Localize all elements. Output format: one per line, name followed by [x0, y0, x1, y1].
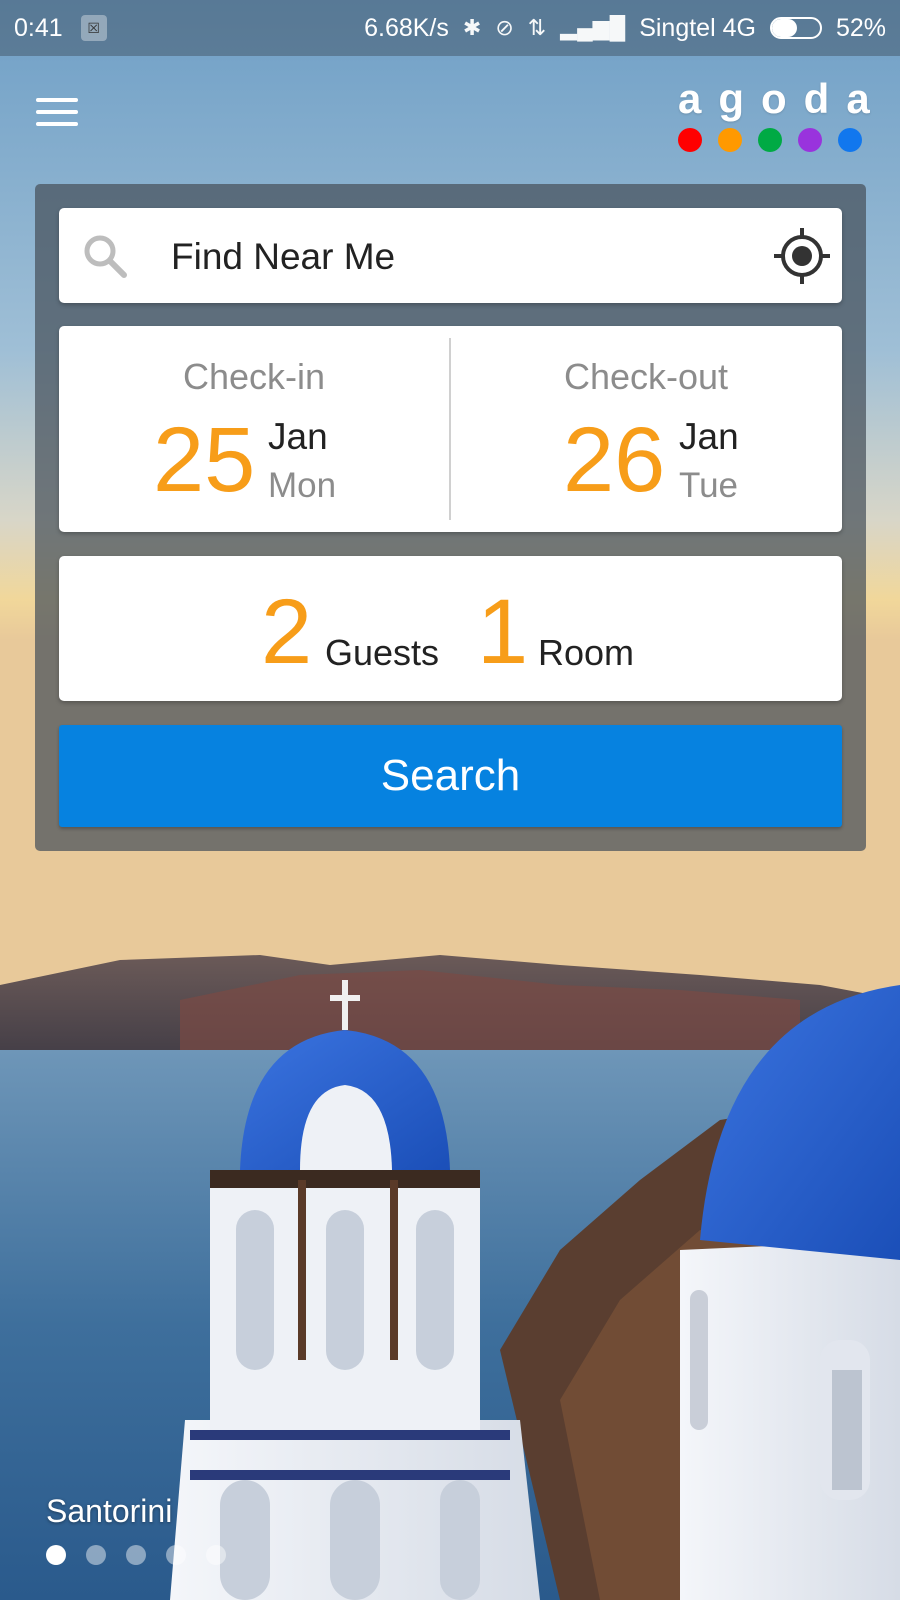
carousel-dot[interactable]: [166, 1545, 186, 1565]
check-out-date[interactable]: Check-out 26 Jan Tue: [451, 326, 841, 532]
check-out-day: 26: [563, 409, 666, 511]
battery-percent: 52%: [835, 13, 886, 42]
gps-target-icon[interactable]: [772, 226, 832, 286]
destination-caption: Santorini: [46, 1493, 173, 1529]
check-in-label: Check-in: [182, 356, 326, 397]
logo-dot: [678, 128, 702, 152]
check-in-date[interactable]: Check-in 25 Jan Mon: [59, 326, 449, 532]
alarm-off-icon: ⊘: [495, 15, 514, 40]
logo-dot: [758, 128, 782, 152]
carousel-dot[interactable]: [86, 1545, 106, 1565]
logo-dot: [838, 128, 862, 152]
carousel-pager: [46, 1545, 226, 1565]
rooms-count: 1: [477, 581, 529, 683]
check-in-weekday: Mon: [268, 466, 337, 505]
logo-dot: [798, 128, 822, 152]
carousel-dot[interactable]: [206, 1545, 226, 1565]
occupancy-selector[interactable]: 2 Guests 1 Room: [59, 556, 842, 701]
status-bar: 0:41 ☒ 6.68K/s ✱ ⊘ ⇅ ▂▄▆█ Singtel 4G 52%: [0, 0, 900, 56]
carrier-name: Singtel 4G: [639, 13, 756, 42]
carousel-dot[interactable]: [46, 1545, 66, 1565]
search-icon: [84, 235, 127, 278]
search-button[interactable]: Search: [59, 725, 842, 827]
check-in-month: Jan: [268, 416, 328, 457]
status-time: 0:41: [14, 13, 63, 42]
bluetooth-icon: ✱: [462, 15, 482, 40]
logo-text: agoda: [678, 75, 887, 122]
logo-dot: [718, 128, 742, 152]
guests-count: 2: [261, 581, 313, 683]
notification-icon: ☒: [80, 15, 107, 41]
search-input[interactable]: Find Near Me: [171, 236, 395, 278]
data-icon: ⇅: [527, 15, 547, 40]
check-out-month: Jan: [679, 416, 739, 457]
agoda-logo: agoda: [678, 75, 887, 152]
booking-panel: Find Near Me Check-in 25 Jan Mon Check-o…: [35, 184, 866, 851]
battery-icon: [769, 17, 822, 39]
destination-search-field[interactable]: Find Near Me: [59, 208, 842, 303]
hamburger-menu-icon[interactable]: [36, 98, 78, 130]
check-out-label: Check-out: [563, 356, 729, 397]
status-right-group: 6.68K/s ✱ ⊘ ⇅ ▂▄▆█ Singtel 4G 52%: [364, 14, 886, 43]
guests-label: Guests: [325, 632, 440, 673]
signal-icon: ▂▄▆█: [560, 15, 626, 40]
rooms-label: Room: [538, 632, 635, 673]
network-speed: 6.68K/s: [364, 13, 449, 42]
date-selector: Check-in 25 Jan Mon Check-out 26 Jan Tue: [59, 326, 842, 532]
check-in-day: 25: [153, 409, 256, 511]
logo-dots: [678, 128, 868, 152]
check-out-weekday: Tue: [679, 466, 739, 505]
carousel-dot[interactable]: [126, 1545, 146, 1565]
